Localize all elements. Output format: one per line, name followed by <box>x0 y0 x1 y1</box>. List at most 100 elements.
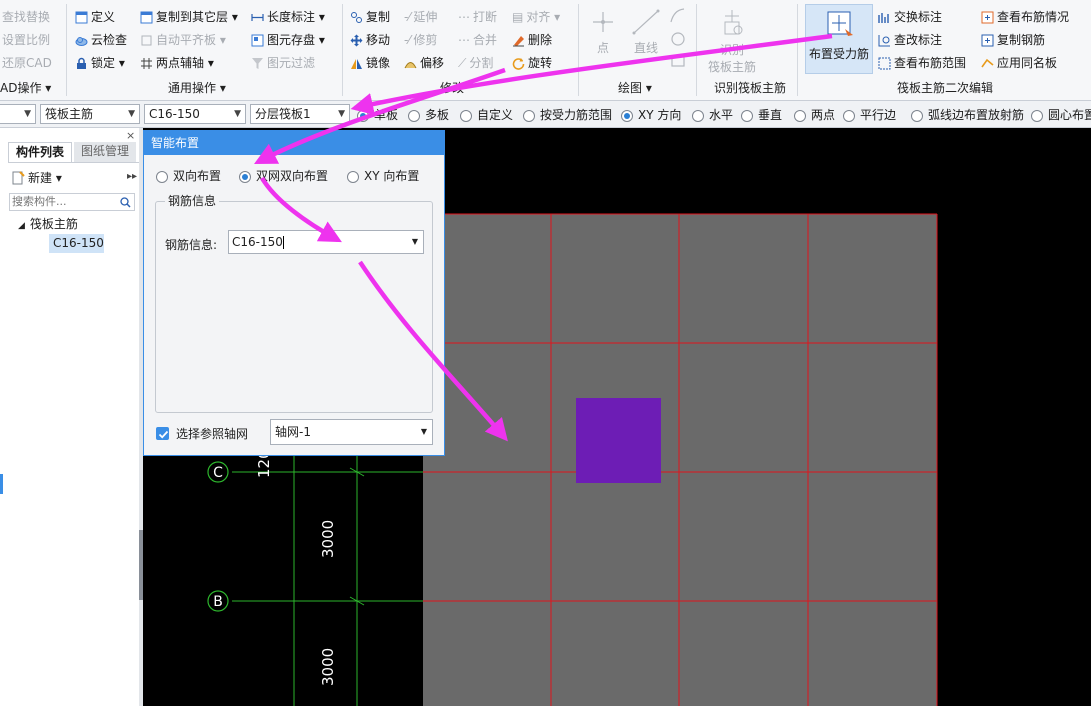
auto-align-slab-button[interactable]: 自动平齐板 ▾ <box>140 31 226 49</box>
mirror-button[interactable]: 镜像 <box>350 54 390 72</box>
floor-combo[interactable]: ▼ <box>0 104 36 124</box>
delete-button[interactable]: 删除 <box>512 31 552 49</box>
reference-grid-checkbox[interactable]: 选择参照轴网 <box>156 425 248 442</box>
cloud-check-button[interactable]: 云检查 <box>75 31 127 49</box>
layout-option-9[interactable]: 平行边 <box>843 107 896 123</box>
layout-option-2[interactable]: 多板 <box>408 107 449 123</box>
place-rebar-button[interactable]: 布置受力筋 <box>805 4 873 74</box>
layout-option-10[interactable]: 弧线边布置放射筋 <box>911 107 1024 123</box>
tree-node-raft-rebar[interactable]: ◢ 筏板主筋 <box>18 215 78 233</box>
radio-icon[interactable] <box>1031 109 1043 122</box>
radio-icon[interactable] <box>794 109 806 122</box>
raft-slab[interactable] <box>423 214 937 706</box>
define-button[interactable]: 定义 <box>75 8 115 26</box>
layout-option-5[interactable]: XY 方向 <box>621 107 681 123</box>
radio-icon[interactable] <box>843 109 855 122</box>
element-save-button[interactable]: 图元存盘 ▾ <box>251 31 325 49</box>
copy-rebar-button[interactable]: 复制钢筋 <box>981 31 1045 49</box>
arrangement-option-label: XY 向布置 <box>364 169 420 183</box>
two-point-aux-axis-button[interactable]: 两点辅轴 ▾ <box>140 54 214 72</box>
new-icon <box>12 171 25 185</box>
layout-option-4[interactable]: 按受力筋范围 <box>523 107 612 123</box>
edit-annotation-button[interactable]: 查改标注 <box>878 31 942 49</box>
view-rebar-range-button[interactable]: 查看布筋范围 <box>878 54 966 72</box>
draw-group-label[interactable]: 绘图 ▾ <box>618 80 652 96</box>
layer-combo[interactable]: 分层筏板1 ▼ <box>250 104 350 124</box>
tab-component-list[interactable]: 构件列表 <box>8 142 72 162</box>
grid-select-combo[interactable]: 轴网-1 ▼ <box>270 419 433 445</box>
collapse-triangle-icon[interactable]: ◢ <box>18 221 25 231</box>
offset-button[interactable]: 偏移 <box>404 54 444 72</box>
cad-ops-group-label[interactable]: AD操作 ▾ <box>0 80 51 96</box>
arrangement-option-2[interactable]: 双网双向布置 <box>239 168 328 184</box>
draw-line-button[interactable]: 直线 <box>628 8 664 56</box>
checkbox-icon[interactable] <box>156 427 169 440</box>
axis-label-c: C <box>213 465 223 481</box>
element-filter-button[interactable]: 图元过滤 <box>251 54 315 72</box>
radio-icon[interactable] <box>156 170 168 183</box>
identify-raft-rebar-button[interactable]: 识别 筏板主筋 <box>704 8 760 75</box>
layout-option-label: 垂直 <box>758 108 783 122</box>
component-name-combo[interactable]: C16-150 ▼ <box>144 104 246 124</box>
chevron-down-icon[interactable]: ▼ <box>421 420 427 444</box>
radio-icon[interactable] <box>523 109 535 122</box>
copy-to-other-layer-button[interactable]: 复制到其它层 ▾ <box>140 8 238 26</box>
radio-icon[interactable] <box>239 170 251 183</box>
modify-group-label[interactable]: 修改 <box>440 80 464 96</box>
view-rebar-status-button[interactable]: 查看布筋情况 <box>981 8 1069 26</box>
radio-icon[interactable] <box>741 109 753 122</box>
draw-shape-icons[interactable] <box>668 6 688 70</box>
general-ops-group-label[interactable]: 通用操作 ▾ <box>168 80 226 96</box>
panel-close-icon[interactable]: × <box>126 129 135 142</box>
text-caret <box>282 236 284 249</box>
swap-annotation-button[interactable]: 交换标注 <box>878 8 942 26</box>
component-search-input[interactable] <box>10 194 114 209</box>
swap-annotation-icon <box>878 12 889 23</box>
chevron-down-icon[interactable]: ▼ <box>412 231 418 253</box>
rotate-button[interactable]: 旋转 <box>512 54 552 72</box>
radio-icon[interactable] <box>357 109 369 122</box>
tab-drawing-management[interactable]: 图纸管理 <box>74 142 136 162</box>
selected-column[interactable] <box>576 398 661 483</box>
radio-icon[interactable] <box>347 170 359 183</box>
layout-option-label: 自定义 <box>477 108 514 122</box>
layout-option-11[interactable]: 圆心布置 <box>1031 107 1091 123</box>
extend-button[interactable]: -⁄ 延伸 <box>404 8 437 26</box>
layout-option-8[interactable]: 两点 <box>794 107 835 123</box>
length-dimension-button[interactable]: 长度标注 ▾ <box>251 8 325 26</box>
radio-icon[interactable] <box>911 109 923 122</box>
radio-icon[interactable] <box>621 109 633 122</box>
layout-option-1[interactable]: 单板 <box>357 107 398 123</box>
search-icon[interactable] <box>120 197 131 208</box>
expand-more-icon[interactable]: ▸▸ <box>127 171 137 182</box>
component-search-box[interactable] <box>9 193 135 211</box>
layout-option-6[interactable]: 水平 <box>692 107 733 123</box>
radio-icon[interactable] <box>408 109 420 122</box>
layout-option-7[interactable]: 垂直 <box>741 107 782 123</box>
component-type-combo[interactable]: 筏板主筋 ▼ <box>40 104 140 124</box>
apply-same-name-slab-button[interactable]: 应用同名板 <box>981 54 1057 72</box>
draw-point-button[interactable]: 点 <box>588 8 618 56</box>
tree-node-c16-150[interactable]: C16-150 <box>49 234 104 253</box>
set-scale-button[interactable]: 设置比例 <box>2 31 50 49</box>
layout-option-3[interactable]: 自定义 <box>460 107 513 123</box>
point-icon <box>593 12 613 32</box>
split-button[interactable]: ⟋ 分割 <box>458 54 493 72</box>
rebar-info-value[interactable]: C16-150 <box>232 235 283 249</box>
lock-button[interactable]: 锁定 ▾ <box>75 54 125 72</box>
dialog-title-bar[interactable]: 智能布置 <box>144 131 444 155</box>
copy-button[interactable]: 复制 <box>350 8 390 26</box>
arrangement-option-3[interactable]: XY 向布置 <box>347 168 419 184</box>
radio-icon[interactable] <box>460 109 472 122</box>
trim-button[interactable]: -⁄ 修剪 <box>404 31 437 49</box>
arrangement-option-1[interactable]: 双向布置 <box>156 168 221 184</box>
break-button[interactable]: ⋯ 打断 <box>458 8 497 26</box>
align-button[interactable]: ▤ 对齐 ▾ <box>512 8 560 26</box>
new-component-button[interactable]: 新建 ▾ <box>11 169 62 187</box>
move-button[interactable]: 移动 <box>350 31 390 49</box>
restore-cad-button[interactable]: 还原CAD <box>2 54 52 72</box>
rebar-info-combo[interactable]: C16-150 ▼ <box>228 230 424 254</box>
radio-icon[interactable] <box>692 109 704 122</box>
find-replace-button[interactable]: 查找替换 <box>2 8 50 26</box>
merge-button[interactable]: ⋯ 合并 <box>458 31 497 49</box>
